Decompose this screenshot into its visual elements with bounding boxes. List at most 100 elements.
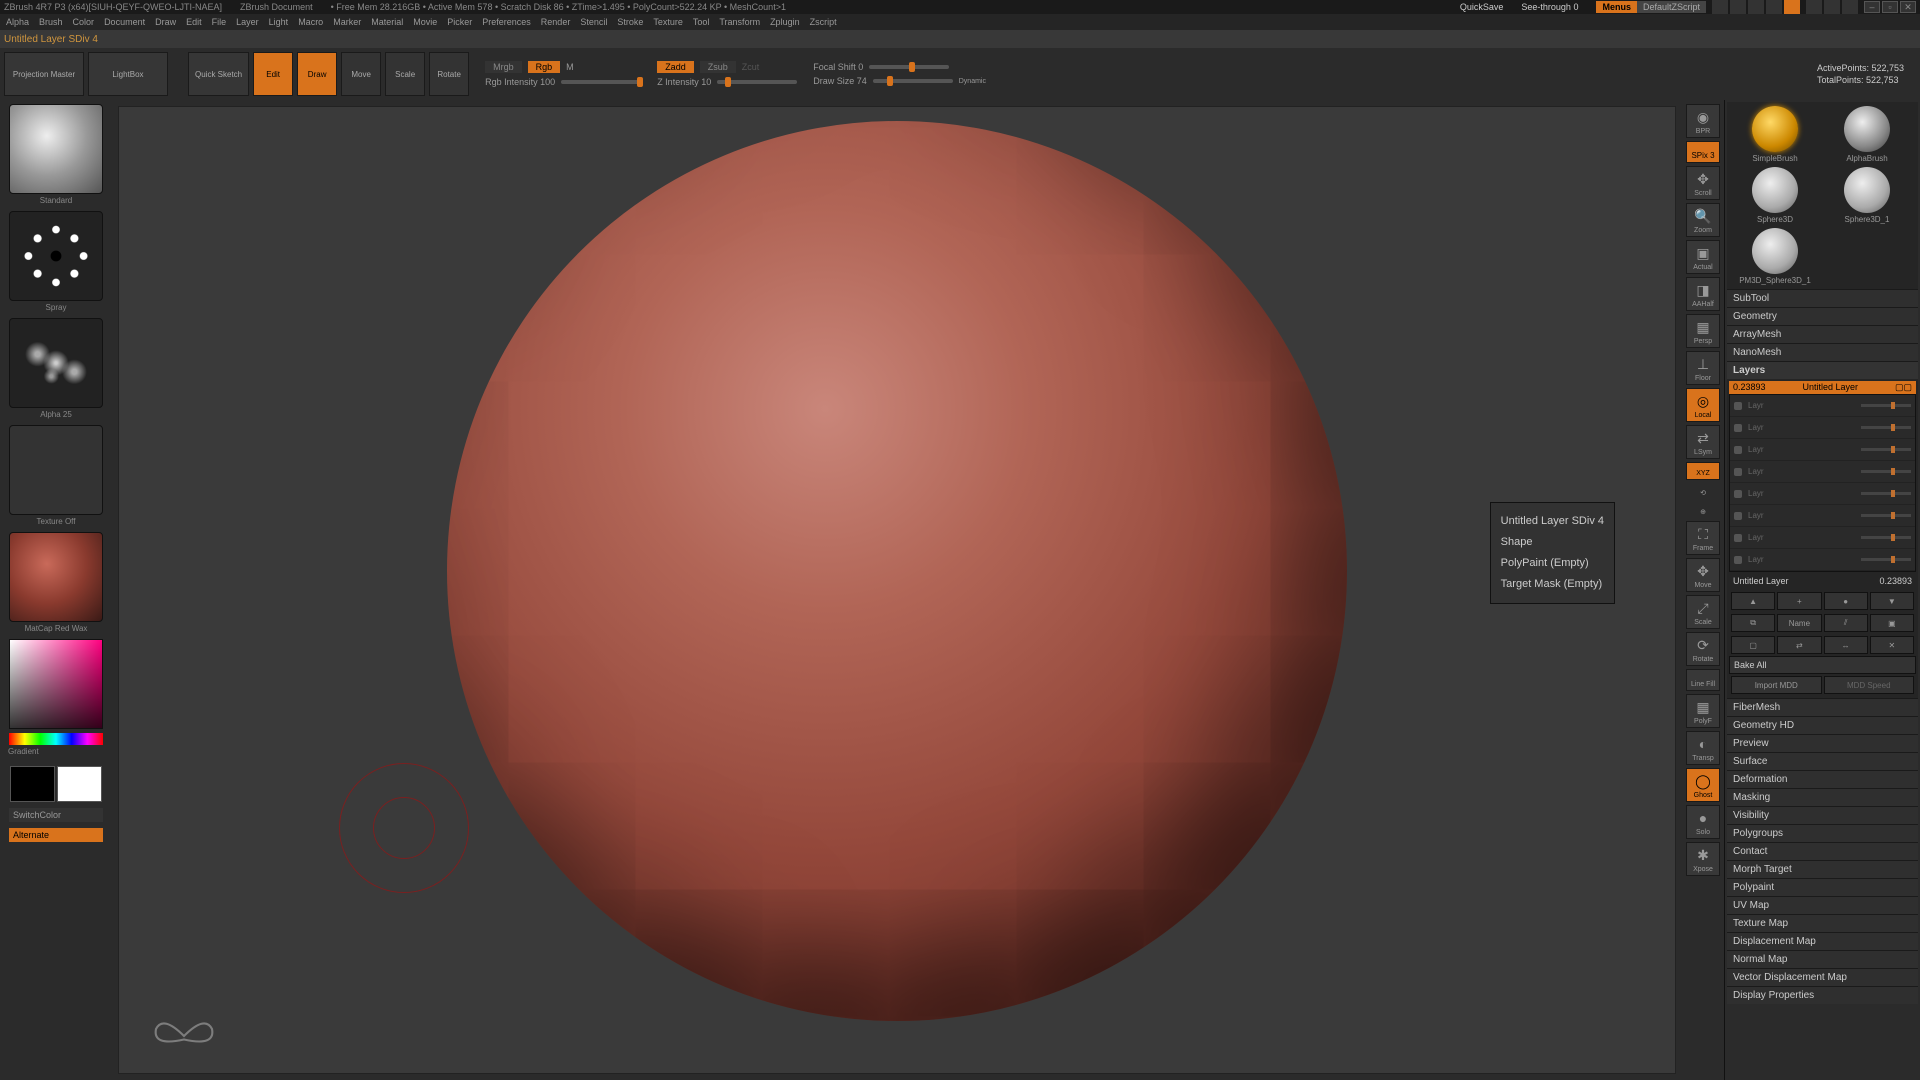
layer-name-button[interactable]: Name	[1777, 614, 1821, 632]
menu-transform[interactable]: Transform	[719, 17, 760, 27]
menu-stroke[interactable]: Stroke	[617, 17, 643, 27]
rotate-mode-button[interactable]: Rotate	[429, 52, 469, 96]
close-button[interactable]: ✕	[1900, 1, 1916, 13]
ghost-button[interactable]: ◯Ghost	[1686, 768, 1720, 802]
stroke-thumbnail[interactable]	[9, 211, 103, 301]
quicksketch-button[interactable]: Quick Sketch	[188, 52, 249, 96]
menu-edit[interactable]: Edit	[186, 17, 202, 27]
menu-stencil[interactable]: Stencil	[580, 17, 607, 27]
titlebar-icon-3[interactable]	[1748, 0, 1764, 14]
import-mdd-button[interactable]: Import MDD	[1731, 676, 1822, 694]
menu-movie[interactable]: Movie	[413, 17, 437, 27]
color-picker[interactable]	[9, 639, 103, 729]
gradient-label[interactable]: Gradient	[8, 747, 39, 756]
persp-button[interactable]: ▦Persp	[1686, 314, 1720, 348]
rgb-button[interactable]: Rgb	[528, 61, 561, 73]
help-icon[interactable]	[1842, 0, 1858, 14]
menu-file[interactable]: File	[212, 17, 227, 27]
mrgb-button[interactable]: Mrgb	[485, 61, 522, 73]
section-arraymesh[interactable]: ArrayMesh	[1727, 325, 1918, 343]
bake-all-button[interactable]: Bake All	[1729, 656, 1916, 674]
section-polygroups[interactable]: Polygroups	[1727, 824, 1918, 842]
section-masking[interactable]: Masking	[1727, 788, 1918, 806]
menu-macro[interactable]: Macro	[298, 17, 323, 27]
layer-clear-button[interactable]: ✕	[1870, 636, 1914, 654]
section-normalmap[interactable]: Normal Map	[1727, 950, 1918, 968]
viewport-canvas[interactable]: Untitled Layer SDiv 4 Shape PolyPaint (E…	[118, 106, 1676, 1074]
layer-up-button[interactable]: ▲	[1731, 592, 1775, 610]
section-contact[interactable]: Contact	[1727, 842, 1918, 860]
tool-simplebrush[interactable]: SimpleBrush	[1731, 106, 1819, 163]
section-geometry[interactable]: Geometry	[1727, 307, 1918, 325]
layer-invert-button[interactable]: ⇄	[1777, 636, 1821, 654]
section-geometryhd[interactable]: Geometry HD	[1727, 716, 1918, 734]
tool-alphabrush[interactable]: AlphaBrush	[1823, 106, 1911, 163]
quicksave-button[interactable]: QuickSave	[1460, 2, 1504, 12]
z-intensity-slider[interactable]	[717, 80, 797, 84]
bpr-button[interactable]: ◉BPR	[1686, 104, 1720, 138]
menu-zscript[interactable]: Zscript	[810, 17, 837, 27]
actual-button[interactable]: ▣Actual	[1686, 240, 1720, 274]
menu-document[interactable]: Document	[104, 17, 145, 27]
nav-rotate-button[interactable]: ⟳Rotate	[1686, 632, 1720, 666]
tool-pm3d-sphere[interactable]: PM3D_Sphere3D_1	[1731, 228, 1819, 285]
alpha-thumbnail[interactable]	[9, 318, 103, 408]
tool-sphere3d[interactable]: Sphere3D	[1731, 167, 1819, 224]
menu-layer[interactable]: Layer	[236, 17, 259, 27]
zoom-icon[interactable]: ⊕	[1686, 502, 1720, 518]
draw-size-slider[interactable]	[873, 79, 953, 83]
section-dispmap[interactable]: Displacement Map	[1727, 932, 1918, 950]
maximize-button[interactable]: ▫	[1882, 1, 1898, 13]
menu-texture[interactable]: Texture	[653, 17, 683, 27]
layer-down-button[interactable]: ▼	[1870, 592, 1914, 610]
titlebar-icon-4[interactable]	[1766, 0, 1782, 14]
section-polypaint[interactable]: Polypaint	[1727, 878, 1918, 896]
section-morphtarget[interactable]: Morph Target	[1727, 860, 1918, 878]
section-dispprop[interactable]: Display Properties	[1727, 986, 1918, 1004]
solo-button[interactable]: ●Solo	[1686, 805, 1720, 839]
aahalf-button[interactable]: ◨AAHalf	[1686, 277, 1720, 311]
section-deformation[interactable]: Deformation	[1727, 770, 1918, 788]
home-icon[interactable]	[1806, 0, 1822, 14]
layer-new-button[interactable]: +	[1777, 592, 1821, 610]
zadd-button[interactable]: Zadd	[657, 61, 694, 73]
titlebar-icon-5[interactable]	[1784, 0, 1800, 14]
draw-mode-button[interactable]: Draw	[297, 52, 337, 96]
section-subtool[interactable]: SubTool	[1727, 289, 1918, 307]
seethrough-slider[interactable]: See-through 0	[1521, 2, 1578, 12]
projection-master-button[interactable]: Projection Master	[4, 52, 84, 96]
menu-draw[interactable]: Draw	[155, 17, 176, 27]
layer-split-button[interactable]: ⫽	[1824, 614, 1868, 632]
section-preview[interactable]: Preview	[1727, 734, 1918, 752]
linefill-button[interactable]: Line Fill	[1686, 669, 1720, 691]
edit-mode-button[interactable]: Edit	[253, 52, 293, 96]
material-thumbnail[interactable]	[9, 532, 103, 622]
minimize-button[interactable]: –	[1864, 1, 1880, 13]
layer-merge-button[interactable]: ▣	[1870, 614, 1914, 632]
layer-flip-button[interactable]: ↔	[1824, 636, 1868, 654]
menu-zplugin[interactable]: Zplugin	[770, 17, 800, 27]
current-layer-slider[interactable]: Untitled Layer0.23893	[1729, 572, 1916, 590]
local-button[interactable]: ◎Local	[1686, 388, 1720, 422]
frame-button[interactable]: ⛶Frame	[1686, 521, 1720, 555]
scale-mode-button[interactable]: Scale	[385, 52, 425, 96]
menu-brush[interactable]: Brush	[39, 17, 63, 27]
alternate-button[interactable]: Alternate	[9, 828, 103, 842]
hue-strip[interactable]	[9, 733, 103, 745]
titlebar-icon-1[interactable]	[1712, 0, 1728, 14]
floor-button[interactable]: ⊥Floor	[1686, 351, 1720, 385]
nav-move-button[interactable]: ✥Move	[1686, 558, 1720, 592]
menu-alpha[interactable]: Alpha	[6, 17, 29, 27]
section-texturemap[interactable]: Texture Map	[1727, 914, 1918, 932]
xyz-button[interactable]: XYZ	[1686, 462, 1720, 480]
layer-list[interactable]: Layr Layr Layr Layr Layr Layr Layr Layr	[1729, 394, 1916, 572]
primary-color-swatch[interactable]	[57, 766, 102, 802]
section-nanomesh[interactable]: NanoMesh	[1727, 343, 1918, 361]
tool-sphere3d-1[interactable]: Sphere3D_1	[1823, 167, 1911, 224]
titlebar-icon-2[interactable]	[1730, 0, 1746, 14]
section-layers[interactable]: Layers	[1727, 361, 1918, 379]
move-mode-button[interactable]: Move	[341, 52, 381, 96]
section-visibility[interactable]: Visibility	[1727, 806, 1918, 824]
secondary-color-swatch[interactable]	[10, 766, 55, 802]
menu-color[interactable]: Color	[73, 17, 95, 27]
